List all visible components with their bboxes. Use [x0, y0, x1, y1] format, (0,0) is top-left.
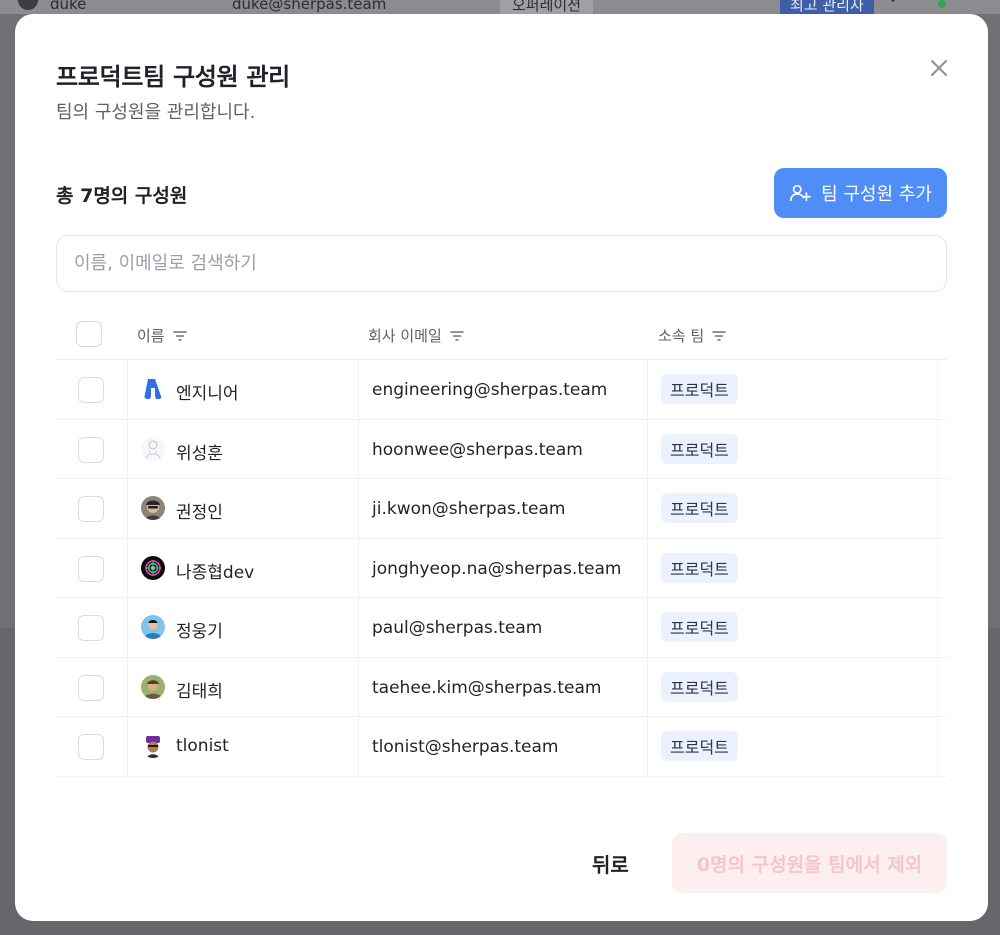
member-count: 총 7명의 구성원 [56, 185, 188, 207]
member-email: engineering@sherpas.team [372, 380, 608, 400]
add-user-icon [790, 184, 812, 202]
member-name: tlonist [176, 736, 229, 756]
row-checkbox[interactable] [78, 674, 104, 701]
member-name: 나종협dev [176, 562, 255, 583]
row-checkbox[interactable] [78, 615, 104, 641]
close-icon [931, 60, 947, 76]
table-row: 엔지니어 engineering@sherpas.team 프로덕트 [56, 360, 947, 420]
row-checkbox[interactable] [78, 555, 104, 582]
member-name: 엔지니어 [176, 384, 239, 404]
team-badge: 프로덕트 [661, 671, 738, 702]
remove-members-button[interactable]: 0명의 구성원을 팀에서 제외 [672, 833, 947, 893]
team-badge: 프로덕트 [661, 433, 738, 464]
table-row: tlonist tlonist@sherpas.team 프로덕트 [56, 717, 947, 777]
table-row: 위성훈 hoonwee@sherpas.team 프로덕트 [56, 419, 947, 479]
add-member-button[interactable]: 팀 구성원 추가 [774, 168, 947, 218]
add-member-label: 팀 구성원 추가 [821, 184, 932, 205]
member-email: jonghyeop.na@sherpas.team [372, 558, 622, 579]
background-avatar [18, 0, 38, 10]
back-button[interactable]: 뒤로 [592, 849, 629, 878]
background-role-badge: 최고 관리자 [780, 0, 874, 14]
member-email: ji.kwon@sherpas.team [372, 499, 566, 519]
select-all-checkbox[interactable] [76, 321, 102, 347]
chevron-down-icon [888, 0, 898, 2]
avatar [141, 555, 165, 580]
table-row: 나종협dev jonghyeop.na@sherpas.team 프로덕트 [56, 538, 947, 598]
status-dot [938, 0, 946, 8]
member-name: 정웅기 [176, 622, 223, 642]
column-header-name-label: 이름 [137, 327, 165, 345]
modal-title: 프로덕트팀 구성원 관리 [56, 63, 290, 91]
team-badge: 프로덕트 [661, 612, 738, 642]
search-input[interactable] [56, 235, 947, 292]
avatar [141, 496, 165, 520]
team-badge: 프로덕트 [661, 493, 738, 523]
member-email: paul@sherpas.team [372, 618, 543, 638]
close-button[interactable] [927, 56, 951, 80]
column-header-email-label: 회사 이메일 [368, 327, 442, 345]
avatar [141, 674, 165, 699]
member-name: 권정인 [176, 503, 223, 523]
row-checkbox[interactable] [78, 436, 104, 463]
team-badge: 프로덕트 [661, 552, 738, 583]
member-email: tlonist@sherpas.team [372, 737, 559, 757]
table-row: 정웅기 paul@sherpas.team 프로덕트 [56, 598, 947, 658]
team-badge: 프로덕트 [661, 374, 738, 404]
column-header-email: 회사 이메일 [368, 325, 464, 346]
team-members-modal: 프로덕트팀 구성원 관리 팀의 구성원을 관리합니다. 총 7명의 구성원 팀 … [15, 14, 988, 921]
members-table: 이름 회사 이메일 소속 팀 엔지니어 engineering@sherpas.… [56, 309, 947, 777]
table-header: 이름 회사 이메일 소속 팀 [56, 309, 947, 360]
filter-icon[interactable] [712, 330, 726, 342]
member-email: hoonwee@sherpas.team [372, 439, 583, 460]
team-badge: 프로덕트 [661, 731, 738, 761]
row-checkbox[interactable] [78, 734, 104, 760]
table-row: 김태희 taehee.kim@sherpas.team 프로덕트 [56, 657, 947, 717]
filter-icon[interactable] [172, 330, 187, 342]
avatar [141, 436, 165, 461]
background-email: duke@sherpas.team [232, 0, 387, 13]
column-header-team-label: 소속 팀 [658, 327, 705, 345]
filter-icon[interactable] [450, 330, 464, 342]
background-member-row: duke duke@sherpas.team 오퍼레이션 최고 관리자 [0, 0, 1000, 14]
background-name: duke [50, 0, 87, 13]
table-row: 권정인 ji.kwon@sherpas.team 프로덕트 [56, 479, 947, 539]
member-email: taehee.kim@sherpas.team [372, 677, 602, 698]
row-checkbox[interactable] [78, 377, 104, 403]
column-header-team: 소속 팀 [658, 325, 726, 346]
row-checkbox[interactable] [78, 496, 104, 522]
brand-logo-icon [141, 377, 165, 401]
avatar [141, 615, 165, 639]
member-name: 김태희 [176, 681, 223, 702]
modal-subtitle: 팀의 구성원을 관리합니다. [56, 102, 256, 123]
column-header-name: 이름 [137, 325, 187, 346]
avatar [141, 734, 165, 758]
background-team-badge: 오퍼레이션 [500, 0, 594, 14]
member-name: 위성훈 [176, 443, 223, 464]
